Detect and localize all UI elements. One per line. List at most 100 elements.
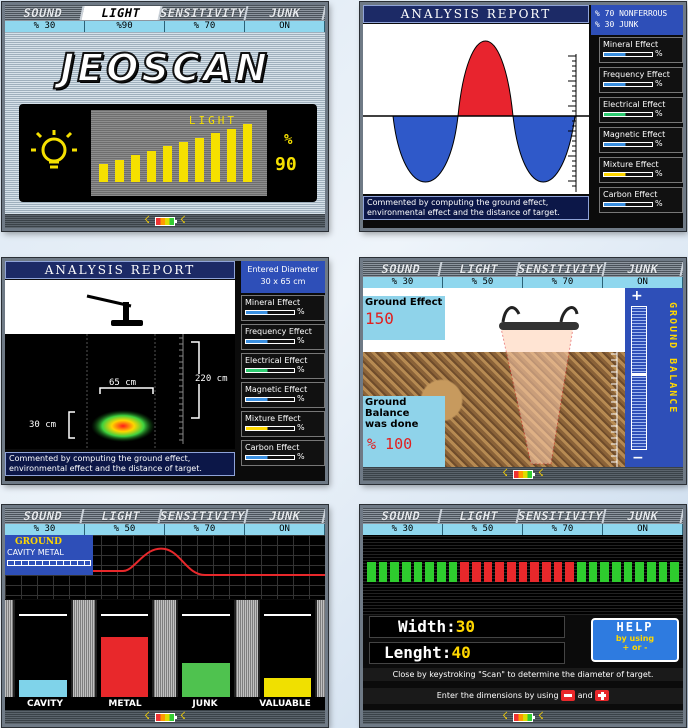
discrimination-bar — [257, 600, 317, 697]
and-text: and — [577, 691, 593, 700]
detector-icon — [86, 294, 143, 326]
analysis-target-panel: ANALYSIS REPORT Entered Diameter 30 x 65… — [2, 258, 328, 484]
gb-line2: Balance — [365, 408, 410, 419]
effect-percent: % — [655, 109, 663, 118]
gb-line1: Ground — [365, 397, 407, 408]
effect-percent: % — [297, 423, 305, 432]
effect-label: Magnetic Effect — [245, 385, 308, 394]
bar-fill — [19, 679, 67, 697]
tab-light[interactable]: LIGHT — [81, 509, 162, 523]
tab-sensitivity[interactable]: SENSITIVITY — [158, 6, 249, 20]
bar-top-line — [263, 614, 311, 616]
sensitivity-value: % 70 — [523, 524, 603, 535]
tab-junk[interactable]: JUNK — [245, 6, 325, 20]
effect-bar — [603, 112, 653, 117]
nonferrous-info: % 70 NONFERROUS % 30 JUNK — [591, 5, 683, 35]
effect-bar — [245, 397, 295, 402]
tab-sound[interactable]: SOUND — [363, 262, 443, 276]
tab-junk[interactable]: JUNK — [245, 509, 325, 523]
gb-line3: was done — [365, 419, 419, 430]
signal-graph: GROUND CAVITY METAL — [5, 535, 325, 599]
minus-button[interactable] — [561, 690, 576, 701]
width-field[interactable]: Width:30 — [369, 616, 565, 638]
bar-top-line — [100, 614, 148, 616]
light-bar — [115, 159, 124, 182]
led-segment — [425, 562, 435, 582]
tab-sensitivity[interactable]: SENSITIVITY — [516, 509, 607, 523]
tab-sensitivity[interactable]: SENSITIVITY — [516, 262, 607, 276]
sound-value: % 30 — [5, 524, 85, 535]
diameter-value: 30 x 65 cm — [260, 277, 306, 286]
discrimination-bar — [13, 600, 73, 697]
height-bracket — [68, 411, 75, 439]
nonferrous-text: % 70 NONFERROUS — [595, 9, 668, 18]
effect-bar — [603, 82, 653, 87]
led-segment — [413, 562, 423, 582]
plus-icon[interactable]: + — [631, 288, 643, 304]
bar-label: METAL — [108, 699, 142, 709]
value-bar: % 30 % 50 % 70 ON — [363, 277, 683, 288]
status-bar: ☇ ☇ — [363, 710, 683, 724]
effect-bar — [603, 52, 653, 57]
light-value: % 50 — [443, 524, 523, 535]
bar-top-line — [182, 614, 230, 616]
ground-balance-slider[interactable]: + − GROUND BALANCE — [625, 288, 683, 473]
tab-sensitivity[interactable]: SENSITIVITY — [158, 509, 249, 523]
value-bar: % 30 % 50 % 70 ON — [5, 524, 325, 535]
diameter-label: Entered Diameter — [247, 265, 319, 274]
slider-track[interactable] — [631, 306, 647, 450]
analysis-wave-panel: ANALYSIS REPORT % 70 NONFERROUS % 30 JUN… — [360, 2, 686, 231]
tab-light[interactable]: LIGHT — [439, 262, 520, 276]
effect-percent: % — [297, 307, 305, 316]
effect-item: Mixture Effect% — [599, 157, 683, 183]
wave-plot — [363, 24, 589, 194]
enter-text: Enter the dimensions by using — [436, 691, 559, 700]
tab-bar: SOUND LIGHT SENSITIVITY JUNK — [363, 261, 683, 277]
tab-sound[interactable]: SOUND — [5, 6, 85, 20]
led-segment — [518, 562, 528, 582]
light-panel: SOUND LIGHT SENSITIVITY JUNK % 30 %90 % … — [2, 2, 328, 231]
effect-percent: % — [297, 365, 305, 374]
tab-light[interactable]: LIGHT — [439, 509, 520, 523]
tab-sound[interactable]: SOUND — [5, 509, 85, 523]
effect-bar — [245, 368, 295, 373]
led-segment — [623, 562, 633, 582]
width-value: 30 — [455, 617, 476, 636]
effect-item: Carbon Effect% — [599, 187, 683, 213]
junk-text: % 30 JUNK — [595, 20, 639, 29]
effect-label: Carbon Effect — [245, 443, 300, 452]
slider-thumb[interactable] — [631, 373, 647, 376]
light-bar — [131, 155, 140, 182]
tab-sound[interactable]: SOUND — [363, 509, 443, 523]
led-segment — [670, 562, 680, 582]
plus-button[interactable] — [595, 690, 610, 701]
minus-icon[interactable]: − — [632, 450, 644, 466]
led-segment — [600, 562, 610, 582]
discrimination-panel: SOUND LIGHT SENSITIVITY JUNK % 30 % 50 %… — [2, 505, 328, 727]
led-segment — [530, 562, 540, 582]
battery-icon — [513, 469, 535, 479]
tab-light[interactable]: LIGHT — [81, 6, 162, 20]
light-bar — [147, 150, 156, 182]
junk-value: ON — [603, 524, 683, 535]
comment-box: Commented by computing the ground effect… — [363, 196, 589, 220]
effect-label: Carbon Effect — [603, 190, 658, 199]
light-bar — [179, 142, 188, 182]
led-segment — [495, 562, 505, 582]
tab-junk[interactable]: JUNK — [603, 509, 683, 523]
sensitivity-value: % 70 — [165, 21, 245, 32]
led-segment — [448, 562, 458, 582]
effect-percent: % — [655, 79, 663, 88]
effect-label: Mineral Effect — [245, 298, 301, 307]
lightning-icon: ☇ — [502, 711, 508, 722]
length-field[interactable]: Lenght:40 — [369, 642, 565, 664]
effect-percent: % — [655, 139, 663, 148]
diameter-info: Entered Diameter 30 x 65 cm — [241, 261, 325, 293]
battery-icon — [155, 216, 177, 226]
tab-junk[interactable]: JUNK — [603, 262, 683, 276]
ground-balance-vertical-label: GROUND BALANCE — [667, 302, 678, 415]
help-button[interactable]: HELP by using + or - — [591, 618, 679, 662]
led-segment — [553, 562, 563, 582]
bar-fill — [100, 636, 148, 697]
led-segment — [378, 562, 388, 582]
